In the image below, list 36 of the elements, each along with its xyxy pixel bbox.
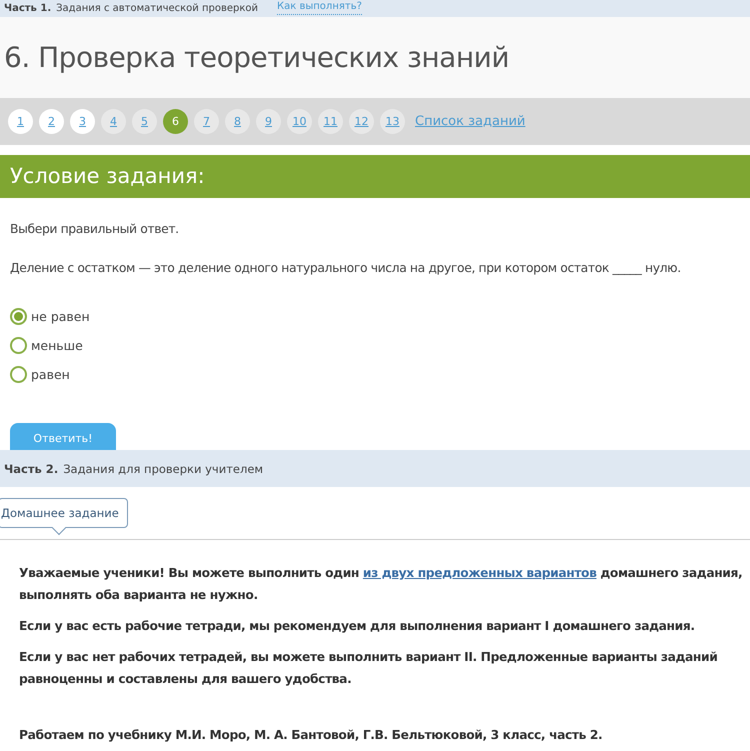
page-number[interactable]: 12 bbox=[349, 109, 374, 134]
page-number[interactable]: 13 bbox=[380, 109, 405, 134]
page-number[interactable]: 8 bbox=[225, 109, 250, 134]
page-number[interactable]: 2 bbox=[39, 109, 64, 134]
help-link[interactable]: Как выполнять? bbox=[277, 0, 362, 15]
page-number[interactable]: 3 bbox=[70, 109, 95, 134]
page-number[interactable]: 4 bbox=[101, 109, 126, 134]
page-title: 6. Проверка теоретических знаний bbox=[4, 41, 510, 74]
section-label: Часть 2. bbox=[4, 462, 58, 476]
page-number[interactable]: 11 bbox=[318, 109, 343, 134]
radio-button[interactable] bbox=[10, 308, 27, 325]
section-label: Часть 1. bbox=[4, 2, 52, 16]
section-text: Задания с автоматической проверкой bbox=[56, 2, 258, 16]
task-list-link[interactable]: Список заданий bbox=[415, 114, 526, 129]
section-header: Условие задания: bbox=[0, 155, 750, 198]
submit-button[interactable]: Ответить! bbox=[10, 423, 116, 450]
section-text: Задания для проверки учителем bbox=[63, 462, 264, 476]
paragraph: Уважаемые ученики! Вы можете выполнить один из двух предложенных вариантов домашнего задания, выполнять оба варианта не нужно. bbox=[19, 565, 744, 604]
option-label: равен bbox=[31, 367, 70, 382]
instruction-text: Выбери правильный ответ. bbox=[10, 221, 180, 236]
radio-button[interactable] bbox=[10, 366, 27, 383]
page-number[interactable]: 6 bbox=[163, 109, 188, 134]
variants-link[interactable]: из двух предложенных вариантов bbox=[362, 566, 596, 580]
page-number[interactable]: 1 bbox=[8, 109, 33, 134]
page-number[interactable]: 9 bbox=[256, 109, 281, 134]
homework-tab[interactable]: Домашнее задание bbox=[0, 498, 128, 528]
question-text: Деление с остатком — это деление одного натурального числа на другое, при котором остаток _____ нулю. bbox=[10, 260, 682, 275]
textbook-note: Работаем по учебнику М.И. Моро, М. А. Бантовой, Г.В. Бельтюковой, 3 класс, часть 2. bbox=[19, 727, 604, 744]
option-label: меньше bbox=[31, 338, 83, 353]
paragraph: Если у вас нет рабочих тетрадей, вы можете выполнить вариант II. Предложенные варианты заданий равноценны и составлены для вашего удобства. bbox=[19, 649, 718, 688]
option-label: не равен bbox=[31, 309, 90, 324]
page-number[interactable]: 10 bbox=[287, 109, 312, 134]
page-number[interactable]: 5 bbox=[132, 109, 157, 134]
paragraph: Если у вас есть рабочие тетради, мы рекомендуем для выполнения вариант I домашнего задания. bbox=[19, 618, 696, 635]
page-number[interactable]: 7 bbox=[194, 109, 219, 134]
radio-button[interactable] bbox=[10, 337, 27, 354]
